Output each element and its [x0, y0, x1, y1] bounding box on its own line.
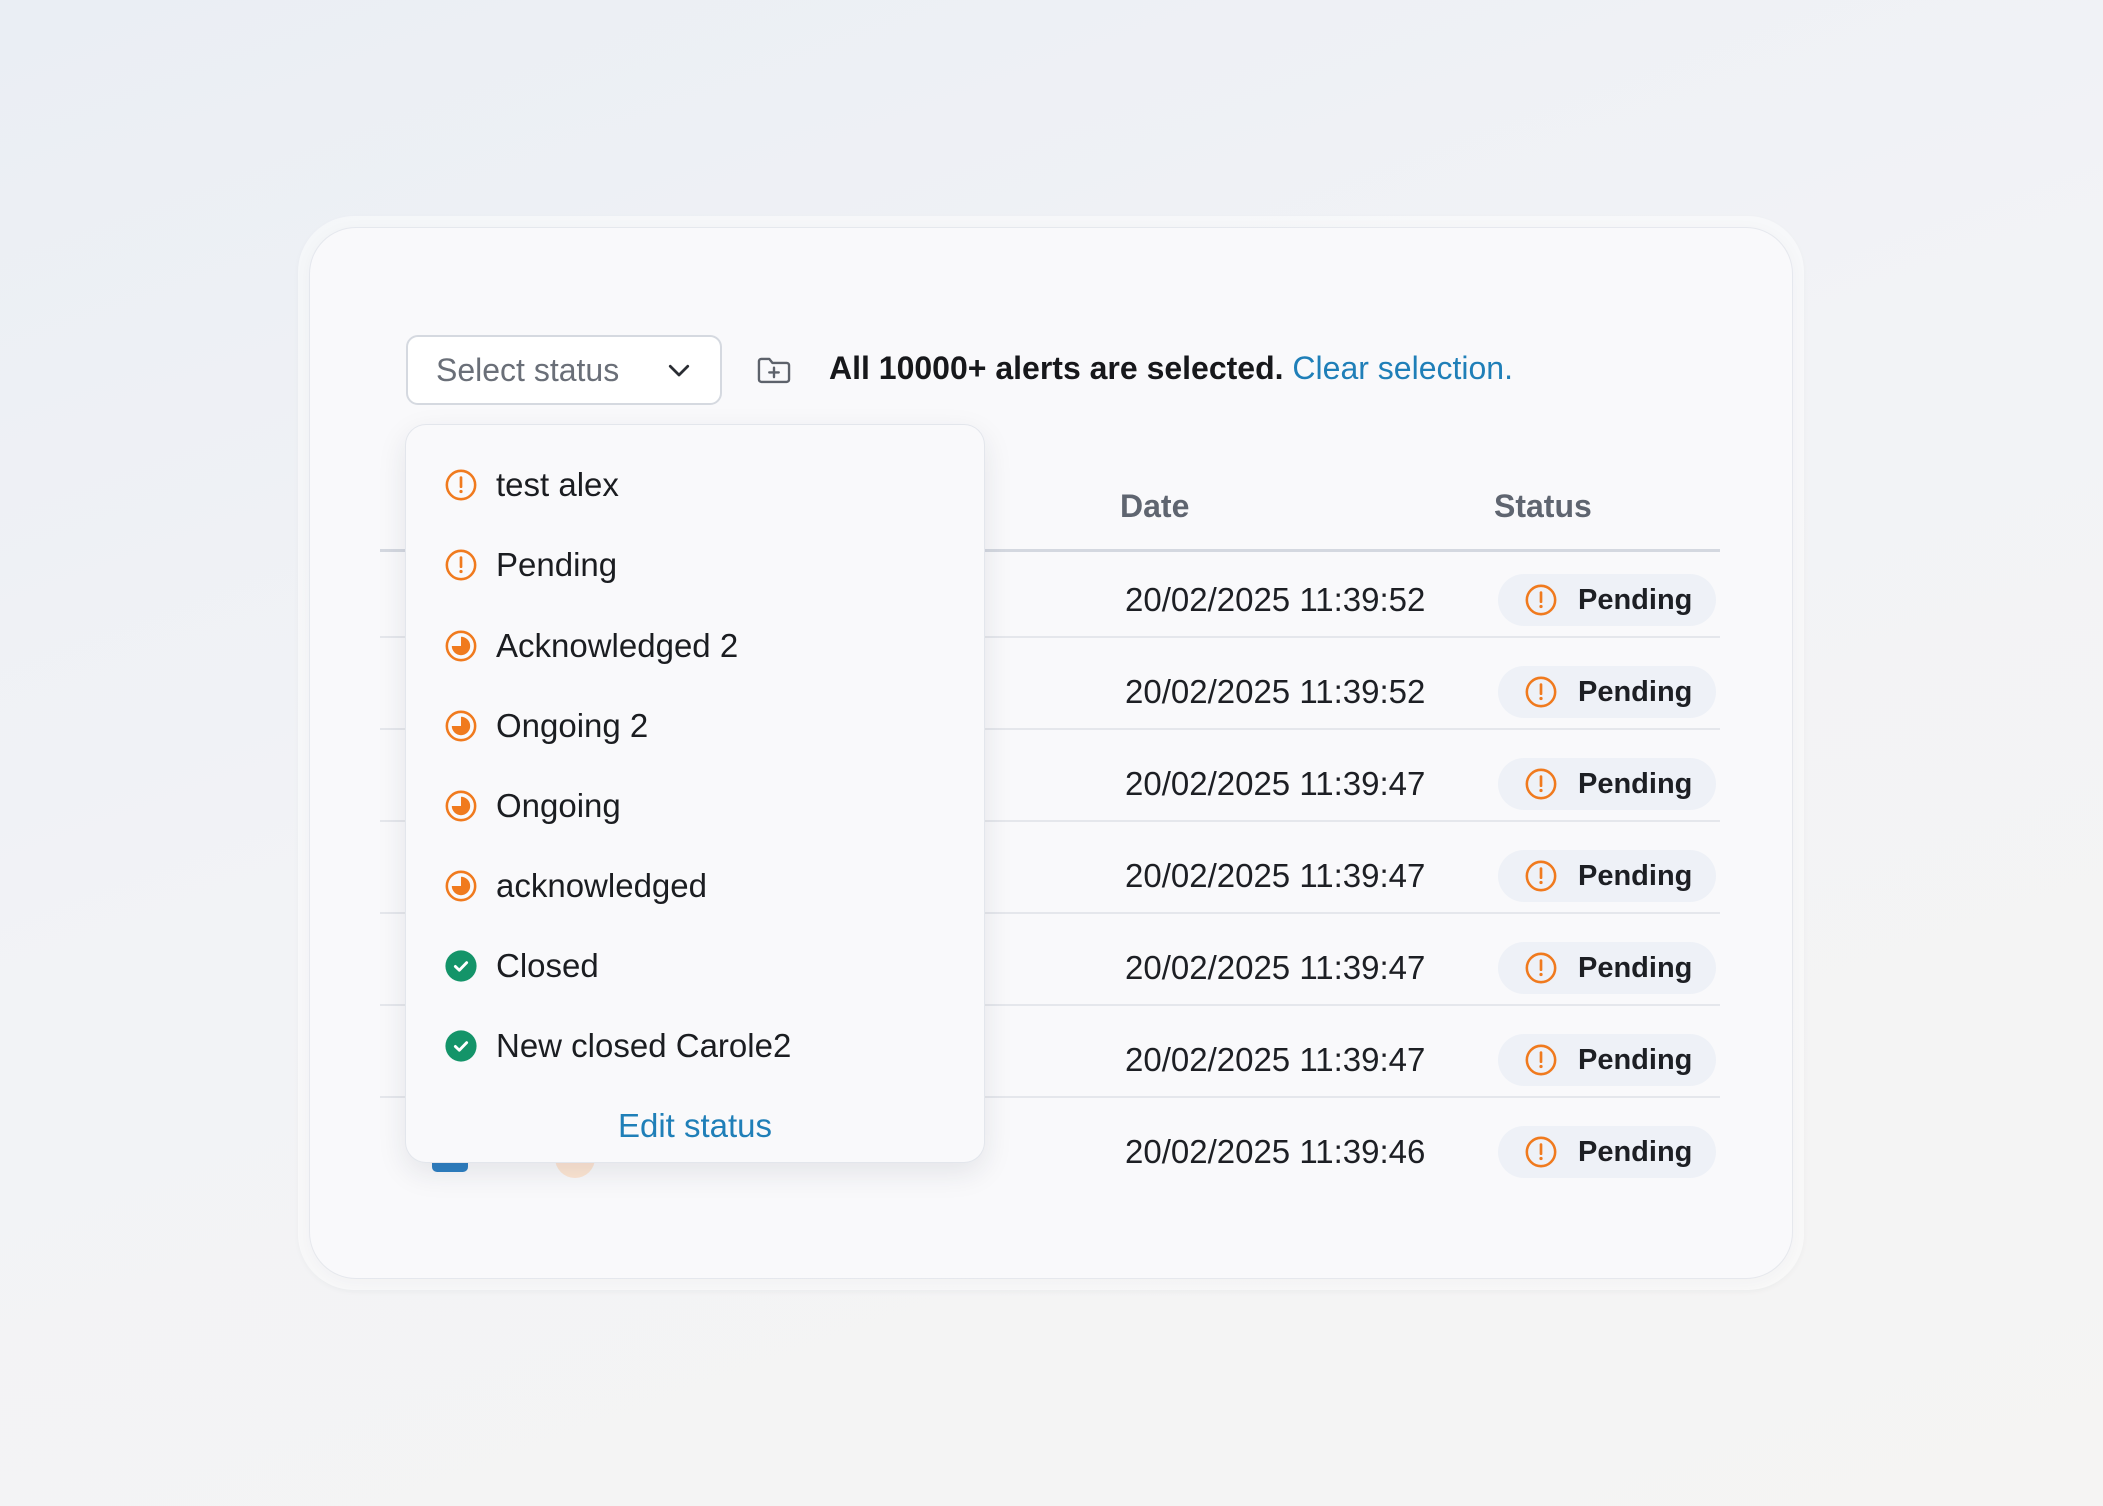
- status-badge-label: Pending: [1578, 1043, 1693, 1076]
- check-circle-icon: [445, 1030, 477, 1062]
- edit-status-link[interactable]: Edit status: [406, 1107, 984, 1145]
- status-option-label: Pending: [496, 546, 618, 583]
- status-option-label: Ongoing 2: [496, 707, 649, 744]
- alert-circle-icon: [1525, 768, 1557, 800]
- status-option[interactable]: Closed: [444, 942, 599, 990]
- row-date: 20/02/2025 11:39:47: [1125, 1041, 1426, 1078]
- status-option[interactable]: Ongoing 2: [444, 702, 648, 750]
- select-status-placeholder: Select status: [436, 351, 620, 388]
- row-date: 20/02/2025 11:39:52: [1125, 581, 1426, 618]
- folder-add-icon[interactable]: [754, 351, 794, 389]
- status-option[interactable]: Ongoing: [444, 782, 621, 830]
- clear-selection-link[interactable]: Clear selection.: [1292, 350, 1513, 386]
- status-option[interactable]: test alex: [444, 461, 619, 509]
- selection-count-text: All 10000+ alerts are selected.: [829, 350, 1284, 386]
- progress-icon: [445, 710, 477, 742]
- status-badge[interactable]: Pending: [1498, 574, 1716, 626]
- status-badge[interactable]: Pending: [1498, 1126, 1716, 1178]
- status-badge[interactable]: Pending: [1498, 942, 1716, 994]
- chevron-down-icon: [668, 364, 690, 377]
- check-circle-icon: [445, 950, 477, 982]
- row-date: 20/02/2025 11:39:52: [1125, 673, 1426, 710]
- progress-icon: [445, 790, 477, 822]
- status-option[interactable]: acknowledged: [444, 862, 707, 910]
- status-option-label: Closed: [496, 947, 599, 984]
- status-option[interactable]: Acknowledged 2: [444, 622, 738, 670]
- status-badge[interactable]: Pending: [1498, 666, 1716, 718]
- status-option-label: test alex: [496, 466, 619, 503]
- status-dropdown-menu: test alex Pending Acknowledged 2 Ongoing 2 O…: [406, 425, 984, 1162]
- alert-circle-icon: [445, 549, 477, 581]
- status-option-label: Acknowledged 2: [496, 627, 739, 664]
- status-option-label: Ongoing: [496, 787, 621, 824]
- status-option-label: acknowledged: [496, 867, 707, 904]
- alert-circle-icon: [1525, 860, 1557, 892]
- selection-message: All 10000+ alerts are selected. Clear se…: [829, 350, 1513, 387]
- status-badge[interactable]: Pending: [1498, 1034, 1716, 1086]
- column-header-date[interactable]: Date: [1120, 488, 1189, 525]
- status-badge-label: Pending: [1578, 859, 1693, 892]
- row-date: 20/02/2025 11:39:47: [1125, 857, 1426, 894]
- status-badge[interactable]: Pending: [1498, 758, 1716, 810]
- alert-circle-icon: [1525, 1136, 1557, 1168]
- alert-circle-icon: [1525, 1044, 1557, 1076]
- status-badge-label: Pending: [1578, 1135, 1693, 1168]
- alert-circle-icon: [1525, 584, 1557, 616]
- row-date: 20/02/2025 11:39:47: [1125, 949, 1426, 986]
- row-date: 20/02/2025 11:39:47: [1125, 765, 1426, 802]
- status-option[interactable]: Pending: [444, 541, 617, 589]
- alert-circle-icon: [1525, 676, 1557, 708]
- status-badge-label: Pending: [1578, 951, 1693, 984]
- status-option[interactable]: New closed Carole2: [444, 1022, 791, 1070]
- alert-circle-icon: [1525, 952, 1557, 984]
- status-badge-label: Pending: [1578, 675, 1693, 708]
- status-badge-label: Pending: [1578, 767, 1693, 800]
- row-date: 20/02/2025 11:39:46: [1125, 1133, 1426, 1170]
- progress-icon: [445, 630, 477, 662]
- status-badge-label: Pending: [1578, 583, 1693, 616]
- status-option-label: New closed Carole2: [496, 1027, 792, 1064]
- alert-circle-icon: [445, 469, 477, 501]
- select-status-dropdown[interactable]: Select status: [406, 335, 722, 405]
- status-badge[interactable]: Pending: [1498, 850, 1716, 902]
- progress-icon: [445, 870, 477, 902]
- column-header-status[interactable]: Status: [1494, 488, 1592, 525]
